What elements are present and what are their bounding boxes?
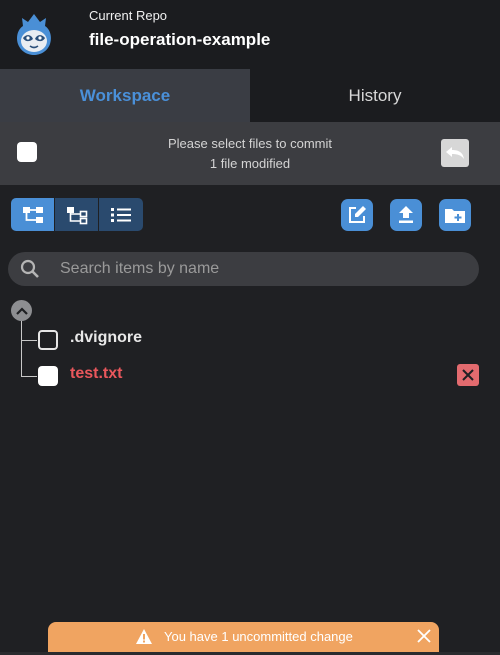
tree-view-alt-button[interactable] xyxy=(55,198,99,231)
collapse-tree-button[interactable] xyxy=(11,300,32,321)
file-checkbox[interactable] xyxy=(38,366,58,386)
tree-view-alt-icon xyxy=(66,206,87,224)
search-bar xyxy=(8,252,479,286)
remove-file-button[interactable] xyxy=(457,364,479,386)
edit-icon xyxy=(349,206,366,223)
discard-changes-button[interactable] xyxy=(441,139,469,167)
toast-message: You have 1 uncommitted change xyxy=(164,629,353,644)
tree-connector xyxy=(21,321,22,376)
commit-hint: Please select files to commit xyxy=(167,136,332,151)
file-name[interactable]: .dvignore xyxy=(70,329,142,347)
search-icon xyxy=(20,259,39,278)
list-view-icon xyxy=(111,207,131,222)
file-name[interactable]: test.txt xyxy=(70,365,122,383)
tab-bar: Workspace History xyxy=(0,69,500,122)
toolbar xyxy=(0,185,500,245)
edit-button[interactable] xyxy=(341,199,373,231)
app-header: Current Repo file-operation-example xyxy=(0,0,500,69)
close-icon xyxy=(462,369,474,381)
commit-status: Please select files to commit 1 file mod… xyxy=(60,134,440,174)
close-icon[interactable] xyxy=(417,629,431,643)
upload-button[interactable] xyxy=(390,199,422,231)
tree-connector xyxy=(21,340,37,341)
view-mode-group xyxy=(11,198,143,231)
modified-count: 1 file modified xyxy=(209,156,291,171)
tree-view-button[interactable] xyxy=(11,198,55,231)
sloth-logo-icon xyxy=(17,14,51,55)
repo-label: Current Repo xyxy=(89,8,168,23)
list-view-button[interactable] xyxy=(99,198,143,231)
commit-bar: Please select files to commit 1 file mod… xyxy=(0,122,500,185)
repo-name[interactable]: file-operation-example xyxy=(89,30,270,50)
undo-icon xyxy=(446,147,464,159)
tree-connector xyxy=(21,376,37,377)
tab-workspace[interactable]: Workspace xyxy=(0,69,250,122)
folder-add-icon xyxy=(445,209,465,223)
tree-view-icon xyxy=(22,206,43,223)
select-all-checkbox[interactable] xyxy=(17,142,37,162)
warning-icon xyxy=(136,629,152,644)
chevron-up-icon xyxy=(15,306,28,315)
upload-icon xyxy=(399,206,413,223)
uncommitted-toast: You have 1 uncommitted change xyxy=(48,622,439,652)
add-folder-button[interactable] xyxy=(439,199,471,231)
search-input[interactable] xyxy=(60,252,460,286)
tab-history[interactable]: History xyxy=(250,69,500,122)
file-checkbox[interactable] xyxy=(38,330,58,350)
